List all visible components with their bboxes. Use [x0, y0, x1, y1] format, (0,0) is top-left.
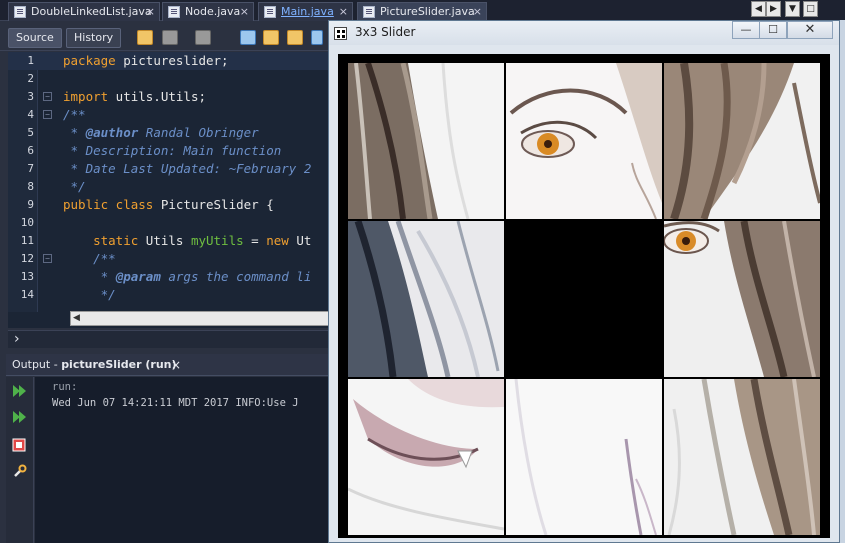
forward-icon[interactable] [195, 30, 211, 45]
close-button[interactable]: ✕ [787, 21, 833, 39]
java-file-icon [363, 6, 375, 18]
tab-label: Main.java [281, 5, 334, 18]
code-editor[interactable]: 1 package pictureslider; 2 3− import utils… [8, 52, 330, 328]
puzzle-tile-blank[interactable] [506, 221, 662, 377]
tab-close-button[interactable]: × [339, 3, 348, 20]
window-title: 3x3 Slider [355, 25, 416, 39]
scroll-tabs-left-icon[interactable]: ◀ [751, 1, 766, 17]
code-line: 12− /** [20, 251, 116, 266]
puzzle-tile-3[interactable] [664, 63, 820, 219]
toggle-highlight-icon[interactable] [311, 30, 323, 45]
code-line: 1 package pictureslider; [8, 52, 330, 70]
output-console[interactable]: run: Wed Jun 07 14:21:11 MDT 2017 INFO:U… [35, 377, 330, 543]
tab-label: Node.java [185, 5, 241, 18]
java-app-icon [334, 27, 347, 40]
source-button[interactable]: Source [8, 28, 62, 48]
code-line: 8 */ [27, 179, 86, 194]
navigator-bar: › [8, 330, 330, 348]
back-icon[interactable] [162, 30, 178, 45]
background-window-edge [840, 20, 845, 543]
stop-icon[interactable] [12, 437, 27, 452]
code-line: 9 public class PictureSlider { [27, 197, 274, 212]
puzzle-tile-9[interactable] [664, 379, 820, 535]
output-panel-header: Output - pictureSlider (run) × [6, 354, 330, 376]
settings-wrench-icon[interactable] [12, 463, 27, 477]
fold-toggle-icon[interactable]: − [43, 110, 52, 119]
code-line: 14 */ [20, 287, 116, 302]
tab-close-button[interactable]: × [146, 3, 155, 20]
tab-label: PictureSlider.java [380, 5, 475, 18]
rerun-with-parameters-icon[interactable] [12, 409, 27, 423]
tab-main[interactable]: Main.java × [258, 2, 353, 21]
minimize-button[interactable]: — [732, 21, 760, 39]
output-line: Wed Jun 07 14:21:11 MDT 2017 INFO:Use J [52, 397, 299, 409]
fold-toggle-icon[interactable]: − [43, 92, 52, 101]
puzzle-tile-2[interactable] [506, 63, 662, 219]
find-next-icon[interactable] [287, 30, 303, 45]
maximize-button[interactable]: ☐ [759, 21, 787, 39]
tab-label: DoubleLinkedList.java [31, 5, 152, 18]
puzzle-tile-8[interactable] [506, 379, 662, 535]
java-file-icon [168, 6, 180, 18]
scroll-tabs-right-icon[interactable]: ▶ [766, 1, 781, 17]
code-line: 11 static Utils myUtils = new Ut [20, 233, 312, 248]
output-toolbar [6, 377, 34, 543]
chevron-right-icon[interactable]: › [14, 331, 20, 347]
slider-window: 3x3 Slider — ☐ ✕ [328, 20, 840, 543]
find-previous-icon[interactable] [263, 30, 279, 45]
tab-close-button[interactable]: × [473, 3, 482, 20]
puzzle-tile-7[interactable] [348, 379, 504, 535]
code-line: 3− import utils.Utils; [27, 89, 206, 104]
puzzle-tile-4[interactable] [348, 221, 504, 377]
code-line: 4−/** [27, 107, 86, 122]
output-line: run: [52, 381, 78, 393]
rerun-icon[interactable] [12, 383, 27, 397]
puzzle-board [338, 54, 830, 538]
output-close-button[interactable]: × [171, 354, 181, 376]
code-line: 5 * @author Randal Obringer [27, 125, 259, 140]
java-file-icon [14, 6, 26, 18]
last-edit-icon[interactable] [137, 30, 153, 45]
tab-close-button[interactable]: × [240, 3, 249, 20]
horizontal-scrollbar[interactable]: ◀ [70, 311, 330, 326]
window-titlebar[interactable]: 3x3 Slider — ☐ ✕ [329, 21, 839, 45]
tab-doublelinkedlist[interactable]: DoubleLinkedList.java × [8, 2, 160, 21]
history-button[interactable]: History [66, 28, 122, 48]
code-line: 10 [20, 216, 34, 229]
output-tab[interactable]: Output - pictureSlider (run) [6, 354, 183, 376]
code-line: 2 [27, 72, 34, 85]
editor-tab-bar: DoubleLinkedList.java × Node.java × Main… [0, 0, 845, 21]
tab-list-dropdown-icon[interactable]: ▼ [785, 1, 800, 17]
code-line: 7 * Date Last Updated: ~February 2 [27, 161, 312, 176]
puzzle-tile-1[interactable] [348, 63, 504, 219]
editor-toolbar: Source History [0, 24, 330, 51]
puzzle-tile-6[interactable] [664, 221, 820, 377]
tab-pictureslider[interactable]: PictureSlider.java × [357, 2, 487, 21]
maximize-editor-icon[interactable]: □ [803, 1, 818, 17]
code-line: 6 * Description: Main function [27, 143, 282, 158]
find-selection-icon[interactable] [240, 30, 256, 45]
code-line: 13 * @param args the command li [20, 269, 312, 284]
tab-node[interactable]: Node.java × [162, 2, 254, 21]
scroll-left-icon[interactable]: ◀ [73, 313, 80, 323]
java-file-icon [264, 6, 276, 18]
fold-toggle-icon[interactable]: − [43, 254, 52, 263]
